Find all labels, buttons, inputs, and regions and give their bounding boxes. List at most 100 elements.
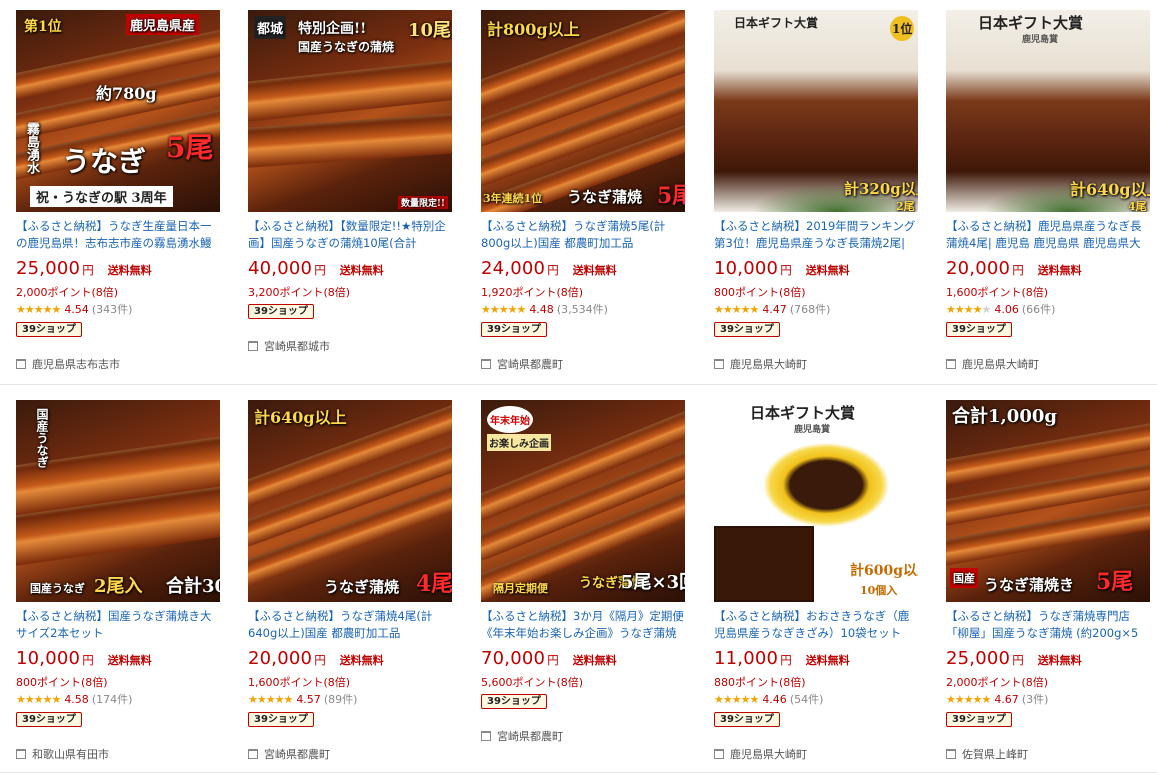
shop-location[interactable]: 宮崎県都農町: [248, 746, 330, 762]
product-card[interactable]: 日本ギフト大賞 鹿児島賞 計600g以上 10個入 【ふるさと納税】おおさきうな…: [714, 400, 918, 727]
rating[interactable]: ★★★★★ 4.47 (768件): [714, 301, 918, 317]
price: 25,000: [946, 648, 1011, 669]
shop-icon: [16, 359, 26, 369]
shop-location[interactable]: 宮崎県都農町: [481, 728, 563, 744]
product-title[interactable]: 【ふるさと納税】うなぎ蒲焼5尾(計800g以上)国産 都農町加工品: [481, 218, 685, 252]
shop-badge: 39ショップ: [946, 322, 1012, 337]
rating-score: 4.58: [64, 692, 89, 706]
shop-badge: 39ショップ: [16, 712, 82, 727]
product-title[interactable]: 【ふるさと納税】おおさきうなぎ（鹿児島県産うなぎきざみ）10袋セット【月…: [714, 608, 918, 642]
shop-icon: [248, 749, 258, 759]
review-count: (66件): [1021, 303, 1056, 316]
currency: 円: [1012, 263, 1024, 277]
price: 40,000: [248, 258, 313, 279]
shop-location[interactable]: 宮崎県都城市: [248, 338, 330, 354]
product-card[interactable]: 日本ギフト大賞 1位 計320g以上 2尾 【ふるさと納税】2019年間ランキン…: [714, 10, 918, 337]
product-title[interactable]: 【ふるさと納税】3か月《隔月》定期便《年末年始お楽しみ企画》うなぎ蒲焼5…: [481, 608, 685, 642]
shop-badge: 39ショップ: [946, 712, 1012, 727]
product-card[interactable]: 国産うなぎ 国産うなぎ 2尾入 合計300g 【ふるさと納税】国産うなぎ蒲焼き大…: [16, 400, 220, 727]
shop-location[interactable]: 鹿児島県志布志市: [16, 356, 120, 372]
points: 2,000ポイント(8倍): [946, 676, 1049, 689]
review-count: (89件): [323, 693, 358, 706]
product-image[interactable]: 国産うなぎ 国産うなぎ 2尾入 合計300g: [16, 400, 220, 602]
star-rating-icon: ★★★★★: [16, 302, 61, 316]
product-card[interactable]: 年末年始 お楽しみ企画 隔月定期便 うなぎ蒲焼 5尾×3回 【ふるさと納税】3か…: [481, 400, 685, 709]
price: 24,000: [481, 258, 546, 279]
product-card[interactable]: 計640g以上 うなぎ蒲焼 4尾 【ふるさと納税】うなぎ蒲焼4尾(計640g以上…: [248, 400, 452, 727]
points: 1,600ポイント(8倍): [946, 286, 1049, 299]
currency: 円: [82, 263, 94, 277]
product-title[interactable]: 【ふるさと納税】【数量限定!!★特別企画】国産うなぎの蒲焼10尾(合計1800g…: [248, 218, 452, 252]
rating[interactable]: ★★★★★ 4.46 (54件): [714, 691, 918, 707]
product-title[interactable]: 【ふるさと納税】2019年間ランキング第3位！鹿児島県産うなぎ長蒲焼2尾| 鹿…: [714, 218, 918, 252]
star-rating-icon: ★★★★★: [946, 302, 991, 316]
product-title[interactable]: 【ふるさと納税】うなぎ蒲焼専門店「柳屋」国産うなぎ蒲焼 (約200g×5尾): [946, 608, 1150, 642]
product-title[interactable]: 【ふるさと納税】国産うなぎ蒲焼き大サイズ2本セット: [16, 608, 220, 642]
rating-score: 4.06: [994, 302, 1019, 316]
product-image[interactable]: 計640g以上 うなぎ蒲焼 4尾: [248, 400, 452, 602]
product-card[interactable]: 計800g以上 3年連続1位 うなぎ蒲焼 5尾 【ふるさと納税】うなぎ蒲焼5尾(…: [481, 10, 685, 337]
price: 11,000: [714, 648, 779, 669]
points: 880ポイント(8倍): [714, 676, 806, 689]
product-image[interactable]: 計800g以上 3年連続1位 うなぎ蒲焼 5尾: [481, 10, 685, 212]
product-card[interactable]: 合計1,000g 国産 うなぎ蒲焼き 5尾 【ふるさと納税】うなぎ蒲焼専門店「柳…: [946, 400, 1150, 727]
shop-location[interactable]: 鹿児島県大崎町: [714, 746, 807, 762]
product-image[interactable]: 合計1,000g 国産 うなぎ蒲焼き 5尾: [946, 400, 1150, 602]
review-count: (768件): [789, 303, 831, 316]
product-image[interactable]: 日本ギフト大賞 1位 計320g以上 2尾: [714, 10, 918, 212]
shop-icon: [714, 749, 724, 759]
shop-location[interactable]: 鹿児島県大崎町: [946, 356, 1039, 372]
rating-score: 4.48: [529, 302, 554, 316]
price: 10,000: [714, 258, 779, 279]
points: 5,600ポイント(8倍): [481, 676, 584, 689]
free-shipping-label: 送料無料: [805, 654, 850, 667]
shop-location[interactable]: 鹿児島県大崎町: [714, 356, 807, 372]
shop-badge: 39ショップ: [481, 694, 547, 709]
shop-location[interactable]: 佐賀県上峰町: [946, 746, 1028, 762]
price: 25,000: [16, 258, 81, 279]
rating[interactable]: ★★★★★ 4.67 (3件): [946, 691, 1150, 707]
rating-score: 4.46: [762, 692, 787, 706]
price: 10,000: [16, 648, 81, 669]
shop-badge: 39ショップ: [714, 712, 780, 727]
product-image[interactable]: 都城 特別企画!! 国産うなぎの蒲焼 10尾 数量限定!!: [248, 10, 452, 212]
rating[interactable]: ★★★★★ 4.54 (343件): [16, 301, 220, 317]
shop-icon: [248, 341, 258, 351]
points: 1,920ポイント(8倍): [481, 286, 584, 299]
star-rating-icon: ★★★★★: [481, 302, 526, 316]
rating[interactable]: ★★★★★ 4.06 (66件): [946, 301, 1150, 317]
rating-score: 4.54: [64, 302, 89, 316]
shop-badge: 39ショップ: [248, 304, 314, 319]
price: 20,000: [248, 648, 313, 669]
shop-location[interactable]: 和歌山県有田市: [16, 746, 109, 762]
points: 3,200ポイント(8倍): [248, 286, 351, 299]
product-card[interactable]: 日本ギフト大賞 鹿児島賞 計640g以上 4尾 【ふるさと納税】鹿児島県産うなぎ…: [946, 10, 1150, 337]
product-image[interactable]: 鹿児島県産 第1位 約780g 霧島湧水 うなぎ 5尾 祝・うなぎの駅 3周年: [16, 10, 220, 212]
currency: 円: [780, 263, 792, 277]
rating-score: 4.57: [296, 692, 321, 706]
product-card[interactable]: 都城 特別企画!! 国産うなぎの蒲焼 10尾 数量限定!! 【ふるさと納税】【数…: [248, 10, 452, 319]
free-shipping-label: 送料無料: [339, 654, 384, 667]
shop-icon: [481, 731, 491, 741]
product-image[interactable]: 年末年始 お楽しみ企画 隔月定期便 うなぎ蒲焼 5尾×3回: [481, 400, 685, 602]
currency: 円: [780, 653, 792, 667]
product-image[interactable]: 日本ギフト大賞 鹿児島賞 計640g以上 4尾: [946, 10, 1150, 212]
product-title[interactable]: 【ふるさと納税】鹿児島県産うなぎ長蒲焼4尾| 鹿児島 鹿児島県 鹿児島県大崎…: [946, 218, 1150, 252]
row-divider: [0, 384, 1157, 385]
rating[interactable]: ★★★★★ 4.48 (3,534件): [481, 301, 685, 317]
review-count: (343件): [91, 303, 133, 316]
product-image[interactable]: 日本ギフト大賞 鹿児島賞 計600g以上 10個入: [714, 400, 918, 602]
star-rating-icon: ★★★★★: [714, 302, 759, 316]
review-count: (174件): [91, 693, 133, 706]
product-card[interactable]: 鹿児島県産 第1位 約780g 霧島湧水 うなぎ 5尾 祝・うなぎの駅 3周年 …: [16, 10, 220, 337]
product-title[interactable]: 【ふるさと納税】うなぎ生産量日本一の鹿児島県！志布志市産の霧島湧水鰻 15…: [16, 218, 220, 252]
rating[interactable]: ★★★★★ 4.58 (174件): [16, 691, 220, 707]
shop-badge: 39ショップ: [248, 712, 314, 727]
shop-icon: [16, 749, 26, 759]
shop-location[interactable]: 宮崎県都農町: [481, 356, 563, 372]
points: 2,000ポイント(8倍): [16, 286, 119, 299]
shop-icon: [946, 749, 956, 759]
free-shipping-label: 送料無料: [107, 264, 152, 277]
product-title[interactable]: 【ふるさと納税】うなぎ蒲焼4尾(計640g以上)国産 都農町加工品: [248, 608, 452, 642]
rating[interactable]: ★★★★★ 4.57 (89件): [248, 691, 452, 707]
